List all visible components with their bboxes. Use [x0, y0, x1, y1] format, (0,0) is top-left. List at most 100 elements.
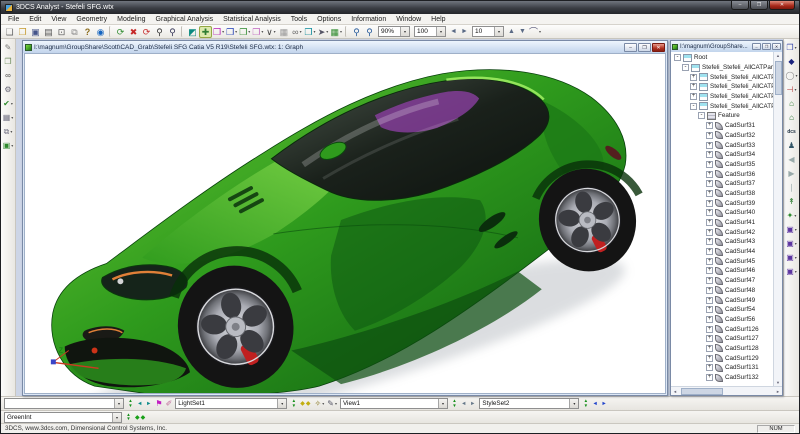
greenint-diamonds-icon[interactable]: ◆◆	[135, 414, 146, 421]
validate-check-icon[interactable]: ✔ ▾	[3, 98, 13, 109]
sketch-icon[interactable]: ✎	[5, 42, 12, 53]
open-icon[interactable]: ❐	[16, 26, 29, 38]
tree-row[interactable]: + CadSurf41	[671, 218, 773, 228]
menu-item[interactable]: Geometry	[71, 14, 112, 25]
tree-expander-icon[interactable]: +	[706, 257, 713, 265]
tree-expander-icon[interactable]: +	[706, 364, 713, 372]
print-preview-icon[interactable]: ⊡	[55, 26, 68, 38]
reanalyze-icon[interactable]: ⟳	[140, 26, 153, 38]
scroll-up-icon[interactable]: ▲	[774, 52, 782, 59]
move-grid-icon[interactable]: ✚	[199, 25, 212, 38]
selection-spinner[interactable]: ▲ ▼	[127, 398, 134, 408]
scroll-left-icon[interactable]: ◄	[671, 388, 679, 395]
tree-row[interactable]: + CadSurf44	[671, 247, 773, 257]
dcs-logo-icon[interactable]: dcs	[787, 126, 796, 137]
tree-expander-icon[interactable]: +	[690, 83, 697, 91]
lightset-combo[interactable]: LightSet1 ▾	[175, 398, 288, 409]
tree-restore-button[interactable]: ❐	[762, 43, 771, 50]
tools-gear-icon[interactable]: ⚙	[4, 84, 11, 95]
minimize-button[interactable]: –	[731, 1, 749, 10]
tree-expander-icon[interactable]: +	[706, 286, 713, 294]
document-title-bar[interactable]: I:\magnum\GroupShare\Scott\CAD_Grab\Stef…	[23, 41, 667, 53]
image-capture-icon[interactable]: ▣ ▾	[3, 140, 14, 151]
tree-expander-icon[interactable]: +	[706, 296, 713, 304]
selection-combo[interactable]: ▾	[4, 398, 124, 409]
blue-part-icon[interactable]: ❒ ▾	[786, 42, 796, 53]
lightset-spinner[interactable]: ▲ ▼	[290, 398, 297, 408]
tree-expander-icon[interactable]: +	[706, 325, 713, 333]
tree-row[interactable]: - Stefeli_Stefeli_AllCATPart	[671, 63, 773, 73]
print-icon[interactable]: ▤	[42, 26, 55, 38]
circle-feature-icon[interactable]: ◯ ▾	[786, 70, 798, 81]
curve-tool-icon[interactable]: ⌒ ▾	[528, 26, 542, 38]
measure-point-icon[interactable]: ⊣ ▾	[787, 84, 797, 95]
tree-row[interactable]: + CadSurf129	[671, 353, 773, 363]
tree-row[interactable]: + CadSurf35	[671, 160, 773, 170]
menu-item[interactable]: File	[3, 14, 24, 25]
close-button[interactable]: ✕	[769, 1, 795, 10]
teal-part-icon[interactable]: ❒ ▾	[303, 26, 316, 38]
menu-item[interactable]: Help	[426, 14, 450, 25]
home-model-icon[interactable]: ⌂	[789, 112, 794, 123]
step-up-button[interactable]: ▲	[506, 26, 517, 37]
menu-item[interactable]: Options	[312, 14, 346, 25]
forward-arrow-icon[interactable]: ▶	[788, 168, 794, 179]
navy-chart-icon[interactable]: ◆	[788, 56, 794, 67]
lamp-icon[interactable]: ✧ ▾	[315, 399, 325, 408]
web-icon[interactable]: ◉	[94, 26, 107, 38]
new-document-icon[interactable]: ❏	[3, 26, 16, 38]
part-pink-icon[interactable]: ❒ ▾	[251, 26, 264, 38]
menu-item[interactable]: Modeling	[112, 14, 150, 25]
doc-close-button[interactable]: ✕	[652, 42, 665, 52]
copy-icon[interactable]: ⧉	[68, 26, 81, 38]
tree-expander-icon[interactable]: +	[706, 335, 713, 343]
tree-row[interactable]: + CadSurf34	[671, 150, 773, 160]
tree-expander-icon[interactable]: +	[690, 93, 697, 101]
tree-expander-icon[interactable]: +	[706, 131, 713, 139]
tree-minimize-button[interactable]: –	[752, 43, 761, 50]
doc-minimize-button[interactable]: –	[624, 42, 637, 52]
tree-row[interactable]: + Stefeli_Stefeli_AllCATPart	[671, 92, 773, 102]
zoom-out-icon[interactable]: ⚲	[363, 26, 376, 38]
zoom-help-icon[interactable]: ⚲	[166, 26, 179, 38]
menu-item[interactable]: Window	[391, 14, 426, 25]
tree-expander-icon[interactable]: +	[706, 354, 713, 362]
doc-restore-button[interactable]: ❐	[638, 42, 651, 52]
styleset-combo[interactable]: StyleSet2 ▾	[479, 398, 580, 409]
tree-row[interactable]: + CadSurf47	[671, 276, 773, 286]
step-down-button[interactable]: ▼	[517, 26, 528, 37]
tree-row[interactable]: + CadSurf39	[671, 198, 773, 208]
part-magenta-icon[interactable]: ❒ ▾	[212, 26, 225, 38]
pen-icon[interactable]: ✎ ▾	[327, 399, 337, 408]
view-combo[interactable]: View1 ▾	[339, 398, 448, 409]
tree-expander-icon[interactable]: +	[706, 209, 713, 217]
view-nav-arrows-icon[interactable]: ◄ ►	[461, 401, 476, 407]
tree-expander-icon[interactable]: +	[706, 199, 713, 207]
tolerance-icon[interactable]: ∞ ▾	[290, 26, 303, 38]
horizontal-scroll-thumb[interactable]	[680, 387, 723, 395]
tree-expander-icon[interactable]: +	[706, 344, 713, 352]
grid-icon[interactable]: ▦ ▾	[3, 112, 14, 123]
sep[interactable]	[109, 26, 112, 37]
measure-lines-icon[interactable]: ∨ ▾	[264, 26, 277, 38]
tree-expander-icon[interactable]: -	[690, 102, 697, 110]
tree-expander-icon[interactable]: +	[706, 238, 713, 246]
tree-row[interactable]: + CadSurf32	[671, 131, 773, 141]
update-model-icon[interactable]: ⟳	[114, 26, 127, 38]
home-view-icon[interactable]: ⌂	[789, 98, 794, 109]
tree-row[interactable]: + CadSurf42	[671, 227, 773, 237]
menu-item[interactable]: Edit	[24, 14, 46, 25]
tree-expander-icon[interactable]: +	[706, 180, 713, 188]
tree-expander-icon[interactable]: -	[698, 112, 705, 120]
contributor-icon[interactable]: ▣ ▾	[786, 252, 797, 263]
tree-expander-icon[interactable]: +	[706, 267, 713, 275]
tree-expander-icon[interactable]: +	[706, 228, 713, 236]
lightset-diamonds-icon[interactable]: ◆◆	[300, 400, 311, 407]
menu-item[interactable]: Tools	[286, 14, 312, 25]
person-icon[interactable]: ♟	[788, 140, 795, 151]
divider-icon[interactable]: ∣	[790, 182, 794, 193]
tree-expander-icon[interactable]: +	[706, 248, 713, 256]
tree-row[interactable]: + CadSurf132	[671, 373, 773, 383]
pointer-icon[interactable]: ➤ ▾	[316, 26, 329, 38]
scroll-right-icon[interactable]: ►	[774, 388, 782, 395]
